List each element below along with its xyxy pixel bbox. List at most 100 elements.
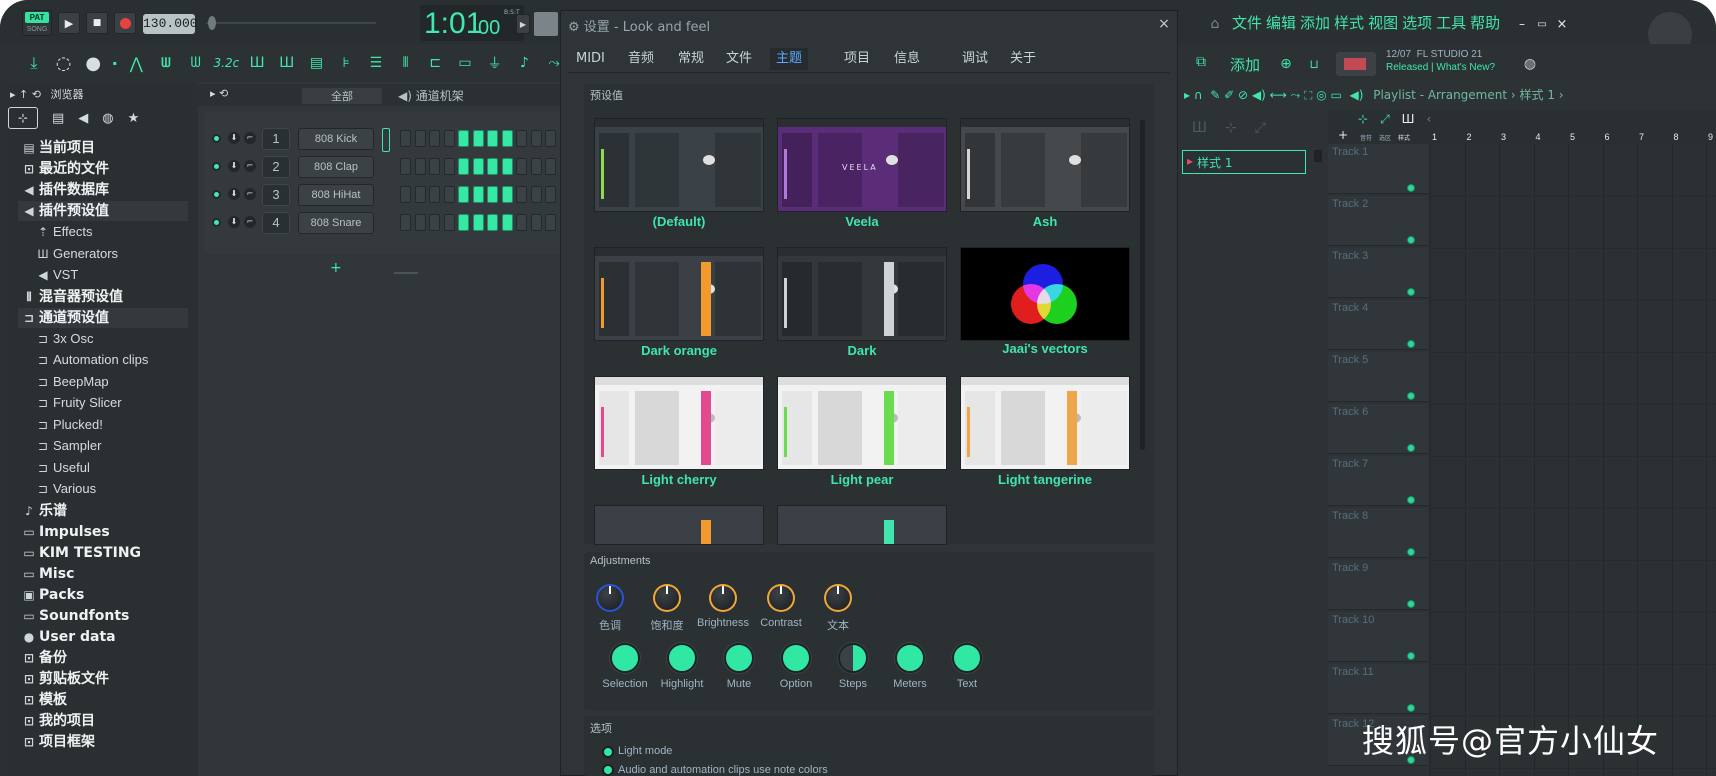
pattern-list-scrollbar[interactable] bbox=[1314, 150, 1322, 162]
step-button[interactable] bbox=[414, 214, 426, 231]
step-button[interactable] bbox=[458, 158, 469, 175]
browser-item-14[interactable]: ⊐ Sampler bbox=[36, 436, 101, 456]
step-button[interactable] bbox=[414, 130, 426, 147]
track-name[interactable]: Track 5 bbox=[1332, 354, 1368, 366]
step-button[interactable] bbox=[545, 130, 556, 147]
browser-item-13[interactable]: ⊐ Plucked! bbox=[36, 415, 103, 435]
preset-thumbnail[interactable] bbox=[594, 118, 764, 212]
step-button[interactable] bbox=[472, 130, 484, 147]
browser-item-21[interactable]: ▣ Packs bbox=[22, 585, 84, 605]
audio-clip-icon[interactable]: ⤢ bbox=[1255, 120, 1266, 136]
browser-item-0[interactable]: ▤ 当前项目 bbox=[22, 138, 95, 158]
tab-1[interactable]: 音频 bbox=[622, 48, 660, 70]
add-track-icon[interactable]: + bbox=[1338, 128, 1348, 142]
channel-number[interactable]: 3 bbox=[262, 184, 290, 206]
color-swatch[interactable] bbox=[667, 643, 697, 673]
adjust-knob[interactable] bbox=[653, 584, 681, 612]
browser-item-2[interactable]: ◀ 插件数据库 bbox=[22, 180, 109, 200]
stop-button[interactable]: ■ bbox=[86, 12, 108, 34]
step-button[interactable] bbox=[443, 186, 455, 203]
step-button[interactable] bbox=[443, 130, 455, 147]
globe-icon[interactable]: ◍ bbox=[1520, 54, 1540, 74]
channel-volume-knob-icon[interactable]: ⌐ bbox=[244, 188, 256, 200]
tab-0[interactable]: MIDI bbox=[570, 48, 611, 70]
step-button[interactable] bbox=[516, 158, 527, 175]
preset-name[interactable]: Ash bbox=[960, 214, 1130, 229]
step-button[interactable] bbox=[530, 214, 542, 231]
browser-world-tab-icon[interactable]: ◍ bbox=[102, 111, 113, 126]
channel-mute-led[interactable] bbox=[212, 218, 221, 227]
browser-favorites-tab-icon[interactable]: ★ bbox=[128, 111, 140, 126]
browser-item-17[interactable]: ♪ 乐谱 bbox=[22, 501, 67, 521]
channel-rack-icon[interactable]: ⊏ bbox=[423, 50, 447, 76]
track-name[interactable]: Track 11 bbox=[1332, 666, 1374, 678]
channel-pan-knob-icon[interactable]: ⬇ bbox=[228, 216, 240, 228]
preset-name[interactable]: Jaai's vectors bbox=[960, 341, 1130, 356]
channel-number[interactable]: 2 bbox=[262, 156, 290, 178]
adjust-knob[interactable] bbox=[596, 584, 624, 612]
trash-icon[interactable]: ⌂ bbox=[1208, 14, 1222, 34]
browser-item-8[interactable]: ⊐ 通道预设值 bbox=[18, 307, 188, 328]
channel-mute-led[interactable] bbox=[212, 162, 221, 171]
piano-icon[interactable]: Ш bbox=[1402, 112, 1415, 126]
step-button[interactable] bbox=[414, 158, 426, 175]
download-icon[interactable]: ⤓ bbox=[22, 50, 46, 76]
slide-icon[interactable]: ⤢ bbox=[1380, 112, 1390, 127]
browser-item-12[interactable]: ⊐ Fruity Slicer bbox=[36, 393, 122, 413]
browser-project-tab-icon[interactable]: ▤ bbox=[52, 111, 64, 126]
channel-volume-knob-icon[interactable]: ⌐ bbox=[244, 160, 256, 172]
wait-input-icon[interactable]: ⊧ bbox=[334, 50, 358, 76]
step-button[interactable] bbox=[400, 214, 411, 231]
master-pitch-handle[interactable] bbox=[208, 16, 216, 30]
browser-item-9[interactable]: ⊐ 3x Osc bbox=[36, 329, 94, 349]
track-mute-led[interactable] bbox=[1407, 496, 1415, 504]
add-channel-button[interactable]: + bbox=[330, 260, 342, 276]
color-swatch[interactable] bbox=[838, 643, 868, 673]
step-button[interactable] bbox=[400, 158, 411, 175]
browser-item-27[interactable]: ⊡ 我的项目 bbox=[22, 711, 95, 731]
preset-thumbnail[interactable] bbox=[960, 118, 1130, 212]
browser-item-7[interactable]: ⫴ 混音器预设值 bbox=[22, 287, 123, 307]
step-button[interactable] bbox=[414, 186, 426, 203]
preset-thumbnail-partial[interactable] bbox=[594, 505, 764, 545]
track-mute-led[interactable] bbox=[1407, 288, 1415, 296]
color-swatch[interactable] bbox=[610, 643, 640, 673]
step-button[interactable] bbox=[458, 130, 469, 147]
menu-tools[interactable]: 工具 bbox=[1436, 12, 1466, 36]
track-name[interactable]: Track 10 bbox=[1332, 614, 1374, 626]
browser-item-10[interactable]: ⊐ Automation clips bbox=[36, 350, 148, 370]
tab-8[interactable]: 关于 bbox=[1004, 48, 1042, 70]
track-mute-led[interactable] bbox=[1407, 600, 1415, 608]
master-volume-knob-icon[interactable]: ● bbox=[81, 50, 105, 76]
preset-name[interactable]: Dark orange bbox=[594, 343, 764, 358]
step-button[interactable] bbox=[501, 130, 513, 147]
track-mute-led[interactable] bbox=[1407, 548, 1415, 556]
preset-thumbnail-partial[interactable] bbox=[777, 505, 947, 545]
browser-item-1[interactable]: ⊡ 最近的文件 bbox=[22, 159, 109, 179]
menu-options[interactable]: 选项 bbox=[1402, 12, 1432, 36]
track-header-label[interactable]: 样式 bbox=[1398, 133, 1410, 142]
step-button[interactable] bbox=[516, 214, 527, 231]
step-button[interactable] bbox=[400, 186, 411, 203]
browser-item-19[interactable]: ▭ KIM TESTING bbox=[22, 543, 141, 563]
step-button[interactable] bbox=[487, 130, 498, 147]
maximize-button[interactable]: ▭ bbox=[1534, 16, 1550, 32]
track-mute-led[interactable] bbox=[1407, 392, 1415, 400]
step-button[interactable] bbox=[429, 214, 440, 231]
browser-item-20[interactable]: ▭ Misc bbox=[22, 564, 74, 584]
channel-name-button[interactable]: 808 Kick bbox=[298, 128, 374, 150]
browser-item-28[interactable]: ⊡ 项目框架 bbox=[22, 732, 95, 752]
tempo-display[interactable]: 130.000 bbox=[143, 14, 198, 34]
browser-item-24[interactable]: ⊡ 备份 bbox=[22, 648, 67, 668]
adjust-knob[interactable] bbox=[824, 584, 852, 612]
track-name[interactable]: Track 3 bbox=[1332, 250, 1368, 262]
shop-cart-icon[interactable]: ⊔ bbox=[1304, 52, 1324, 76]
browser-item-3[interactable]: ◀ 插件预设值 bbox=[18, 201, 188, 221]
step-button[interactable] bbox=[443, 158, 455, 175]
preset-thumbnail[interactable] bbox=[777, 376, 947, 470]
menu-help[interactable]: 帮助 bbox=[1470, 12, 1500, 36]
step-button[interactable] bbox=[487, 186, 498, 203]
browser-item-15[interactable]: ⊐ Useful bbox=[36, 458, 90, 478]
track-name[interactable]: Track 7 bbox=[1332, 458, 1368, 470]
blend-notes-icon[interactable]: Ш bbox=[275, 50, 299, 76]
